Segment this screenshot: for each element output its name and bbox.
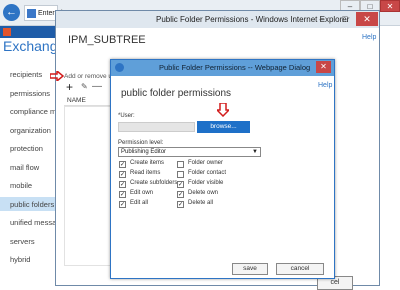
permission-checkbox[interactable] [177, 171, 184, 178]
remove-icon[interactable]: — [92, 81, 102, 92]
dialog-close-button[interactable]: ✕ [316, 61, 331, 73]
permission-checkbox-label: Read items [130, 170, 161, 176]
permission-checkbox[interactable]: ✓ [177, 181, 184, 188]
nav-item[interactable]: mobile [10, 181, 32, 190]
permission-checkbox[interactable] [177, 161, 184, 168]
permission-checkbox-label: Create items [130, 160, 165, 166]
permission-level-label: Permission level: [118, 140, 164, 146]
page-title: IPM_SUBTREE [68, 34, 146, 46]
permission-level-value: Publishing Editor [121, 149, 167, 155]
browse-button[interactable]: browse... [197, 121, 250, 133]
nav-item[interactable]: protection [10, 144, 43, 153]
nav-item[interactable]: public folders [10, 200, 54, 209]
permissions-dialog: Public Folder Permissions -- Webpage Dia… [110, 59, 335, 279]
permission-checkbox-label: Folder owner [188, 160, 224, 166]
permission-checkbox-label: Folder contact [188, 170, 227, 176]
dialog-heading: public folder permissions [121, 88, 232, 99]
ie-maximize-button[interactable]: □ [334, 12, 356, 26]
nav-item[interactable]: recipients [10, 70, 42, 79]
permission-checkbox-label: Delete all [188, 200, 214, 206]
office365-header-bar [0, 26, 60, 38]
cancel-button[interactable]: cancel [276, 263, 324, 275]
back-arrow-icon[interactable]: ← [3, 4, 20, 21]
nav-item[interactable]: mail flow [10, 163, 39, 172]
permission-checkbox[interactable]: ✓ [119, 161, 126, 168]
outer-close-button[interactable]: ✕ [380, 0, 400, 12]
dialog-help-link[interactable]: Help [318, 82, 332, 89]
ie-title-bar: Public Folder Permissions - Windows Inte… [56, 11, 379, 28]
left-navigation: Exchange recipients permissions compliance… [0, 26, 69, 286]
dialog-title-bar: Public Folder Permissions -- Webpage Dia… [111, 60, 334, 76]
tab-favicon-icon [27, 9, 36, 18]
edit-icon[interactable]: ✎ [81, 82, 88, 91]
office-logo-icon [3, 28, 11, 36]
permission-checkbox[interactable]: ✓ [177, 191, 184, 198]
permission-checkbox[interactable]: ✓ [119, 181, 126, 188]
user-input[interactable] [118, 122, 195, 132]
red-arrow-right-icon [50, 71, 64, 81]
ie-close-button[interactable]: ✕ [356, 12, 378, 26]
red-arrow-down-icon [217, 103, 229, 117]
ie-icon [115, 63, 124, 72]
nav-item[interactable]: permissions [10, 89, 50, 98]
chevron-down-icon: ▼ [252, 149, 258, 155]
permission-checkbox[interactable]: ✓ [119, 171, 126, 178]
user-label: *User: [118, 113, 135, 119]
ie-minimize-button[interactable]: – [311, 12, 333, 26]
browser-tab[interactable]: Enterprise [24, 5, 70, 21]
nav-item[interactable]: servers [10, 237, 35, 246]
save-button[interactable]: save [232, 263, 268, 275]
permission-checkbox-label: Edit all [130, 200, 149, 206]
permission-checkbox-label: Folder visible [188, 180, 224, 186]
permission-checkbox-label: Edit own [130, 190, 154, 196]
permission-checkbox-label: Create subfolders [130, 180, 178, 186]
permission-checkbox-label: Delete own [188, 190, 219, 196]
nav-item[interactable]: organization [10, 126, 51, 135]
help-link[interactable]: Help [362, 34, 376, 41]
permission-checkbox[interactable]: ✓ [177, 201, 184, 208]
permission-level-select[interactable]: Publishing Editor ▼ [118, 147, 261, 157]
permission-checkbox[interactable]: ✓ [119, 201, 126, 208]
permission-checkbox[interactable]: ✓ [119, 191, 126, 198]
dialog-title: Public Folder Permissions -- Webpage Dia… [159, 63, 311, 72]
nav-item[interactable]: hybrid [10, 255, 30, 264]
add-permission-button[interactable]: + [66, 81, 76, 93]
